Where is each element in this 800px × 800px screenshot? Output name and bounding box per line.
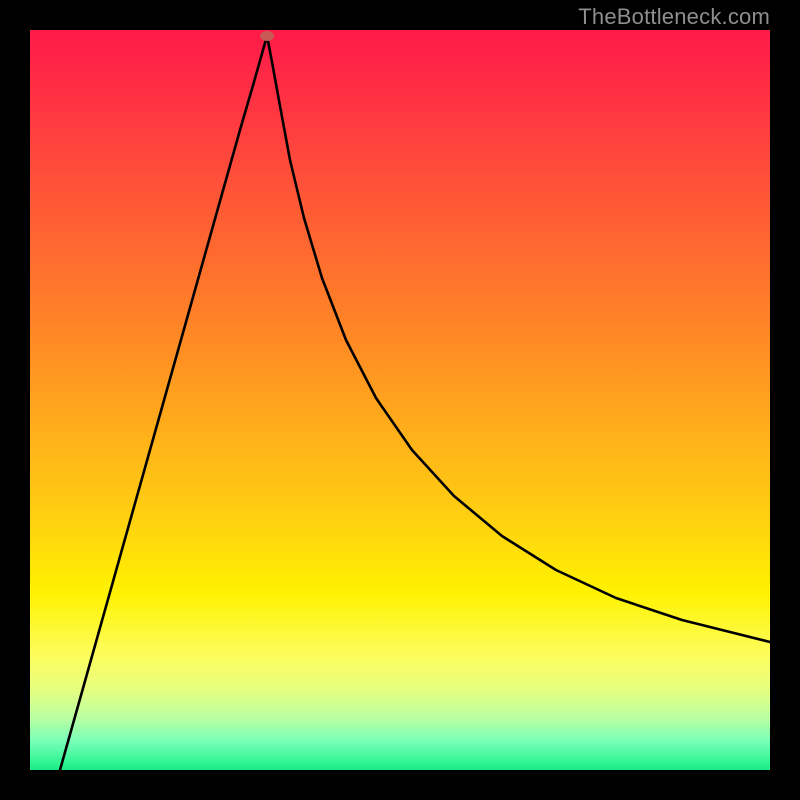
chart-frame: TheBottleneck.com bbox=[0, 0, 800, 800]
curve-right-branch bbox=[267, 36, 770, 642]
chart-svg bbox=[30, 30, 770, 770]
curve-left-branch bbox=[60, 36, 267, 770]
cusp-marker bbox=[260, 31, 274, 41]
watermark-text: TheBottleneck.com bbox=[578, 4, 770, 30]
plot-area bbox=[30, 30, 770, 770]
